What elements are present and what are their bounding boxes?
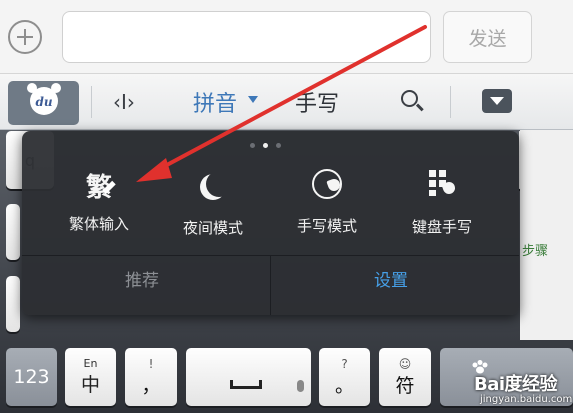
feature-handwriting-mode[interactable]: 手写模式: [272, 167, 382, 236]
search-icon[interactable]: [401, 90, 418, 107]
background-step-text: 步骤: [520, 238, 551, 261]
feature-label: 繁体输入: [68, 215, 129, 233]
tab-recommend[interactable]: 推荐: [125, 266, 159, 291]
message-input[interactable]: [62, 11, 431, 63]
bear-logo-icon: du: [27, 83, 61, 115]
numbers-key[interactable]: 123: [6, 348, 57, 406]
language-switch-key[interactable]: En 中: [65, 348, 116, 406]
handwrite-mode-button[interactable]: 手写: [295, 86, 339, 118]
background-page-strip: [520, 130, 573, 340]
toolbar-divider: [91, 86, 92, 118]
hide-keyboard-button[interactable]: [482, 89, 512, 113]
key-a[interactable]: [6, 204, 20, 260]
feature-label: 夜间模式: [182, 219, 243, 237]
feature-night-mode[interactable]: 夜间模式: [158, 167, 268, 238]
key-z-shift[interactable]: [6, 276, 20, 332]
cursor-move-icon[interactable]: ‹I›: [113, 90, 135, 114]
send-button[interactable]: 发送: [443, 11, 532, 63]
space-icon: [230, 380, 262, 389]
page-dot: [250, 143, 255, 148]
microphone-icon: [297, 380, 304, 392]
ime-settings-popup: 繁 繁体输入 夜间模式 手写模式 键盘手写 推荐 设置: [22, 131, 519, 315]
logo-text: du: [35, 95, 53, 109]
toolbar-divider: [450, 86, 451, 118]
baidu-ime-logo-button[interactable]: du: [8, 81, 79, 125]
watermark-brand: Bai度经验: [474, 374, 558, 395]
symbol-key[interactable]: ☺ 符: [379, 348, 431, 406]
traditional-chinese-icon: 繁: [44, 167, 154, 207]
keyboard-handwriting-icon: [429, 170, 455, 196]
keyboard-toolbar: du ‹I› 拼音 手写: [0, 74, 573, 130]
key-p[interactable]: [519, 131, 520, 189]
page-dot: [276, 143, 281, 148]
add-attachment-button[interactable]: [8, 20, 42, 54]
page-indicator: [250, 143, 281, 148]
feature-label: 键盘手写: [411, 218, 472, 236]
moon-icon: [206, 171, 232, 197]
feature-traditional-input[interactable]: 繁 繁体输入: [44, 167, 154, 234]
period-key[interactable]: ? 。: [319, 348, 370, 406]
space-key[interactable]: [186, 348, 311, 406]
baidu-jingyan-watermark: Bai度经验 jingyan.baidu.com: [450, 360, 573, 413]
comma-key[interactable]: ! ，: [125, 348, 177, 406]
tab-settings[interactable]: 设置: [374, 266, 408, 291]
feature-label: 手写模式: [296, 217, 357, 235]
watermark-url: jingyan.baidu.com: [480, 394, 573, 405]
handwriting-mode-icon: [312, 169, 342, 199]
chat-input-bar: 发送: [0, 0, 573, 74]
pinyin-mode-button[interactable]: 拼音: [193, 86, 237, 118]
tab-divider: [270, 256, 271, 315]
feature-keyboard-handwriting[interactable]: 键盘手写: [387, 167, 497, 237]
chevron-down-icon: [248, 96, 258, 103]
page-dot-active: [263, 143, 268, 148]
